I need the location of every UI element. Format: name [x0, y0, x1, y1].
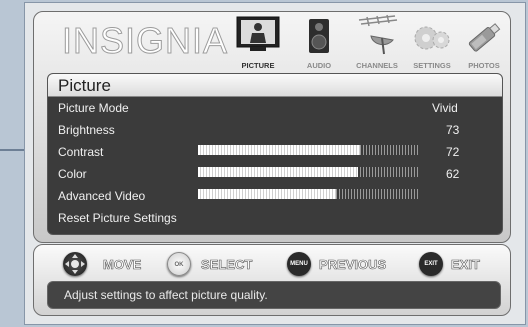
menu-item-label: Reset Picture Settings — [58, 211, 177, 225]
hint-previous: PREVIOUS — [319, 257, 387, 273]
tab-label: PICTURE — [241, 61, 275, 70]
picture-menu: Picture Picture Mode Vivid Brightness 73… — [47, 73, 503, 235]
slider-fill — [198, 189, 336, 199]
hint-exit: EXIT — [451, 257, 481, 273]
tab-photos[interactable]: PHOTOS — [455, 14, 513, 70]
menu-item-brightness[interactable]: Brightness 73 — [58, 120, 494, 155]
menu-item-label: Picture Mode — [58, 101, 129, 115]
tab-settings[interactable]: SETTINGS — [403, 14, 461, 70]
tab-audio[interactable]: AUDIO — [290, 14, 348, 70]
tab-label: AUDIO — [306, 61, 332, 70]
exit-button-icon: EXIT — [419, 252, 443, 276]
hint-select: SELECT — [201, 257, 253, 273]
menu-item-color[interactable]: Color 62 — [58, 164, 494, 199]
brightness-value: 73 — [446, 123, 460, 137]
menu-item-label: Contrast — [58, 145, 104, 159]
side-connector-line — [0, 149, 24, 151]
contrast-value: 72 — [446, 145, 460, 159]
tab-label: SETTINGS — [413, 61, 451, 70]
insignia-logo: INSIGNIA — [61, 20, 229, 62]
tv-icon — [236, 16, 280, 51]
usb-drive-icon — [468, 23, 501, 52]
menu-item-picture-mode[interactable]: Picture Mode Vivid — [58, 98, 494, 118]
picture-mode-value: Vivid — [432, 101, 458, 115]
button-hints: MOVE OK SELECT MENU PREVIOUS EXIT EXIT — [47, 250, 503, 280]
menu-item-label: Advanced Video — [58, 189, 146, 203]
menu-item-label: Brightness — [58, 123, 115, 137]
menu-title: Picture — [58, 76, 111, 95]
menu-item-label: Color — [58, 167, 87, 181]
hint-move: MOVE — [103, 257, 142, 273]
gears-icon — [414, 26, 450, 50]
ok-enter-icon: OK — [167, 252, 191, 276]
speaker-icon — [309, 19, 329, 53]
tab-channels[interactable]: CHANNELS — [348, 14, 406, 70]
menu-item-reset-picture-settings[interactable]: Reset Picture Settings — [58, 208, 177, 228]
menu-button-icon: MENU — [287, 252, 311, 276]
tab-label: CHANNELS — [356, 61, 398, 70]
menu-title-bar: Picture — [48, 74, 502, 97]
color-slider[interactable] — [198, 189, 420, 199]
help-text: Adjust settings to affect picture qualit… — [64, 288, 268, 302]
tab-label: PHOTOS — [468, 61, 500, 70]
menu-item-advanced-video[interactable]: Advanced Video — [58, 186, 145, 206]
tab-picture[interactable]: PICTURE — [229, 14, 287, 70]
exit-icon-text: EXIT — [424, 261, 438, 267]
dpad-icon — [63, 252, 87, 276]
menu-icon-text: MENU — [290, 261, 308, 267]
ok-icon-text: OK — [174, 262, 184, 268]
help-text-box: Adjust settings to affect picture qualit… — [47, 281, 501, 309]
menu-item-contrast[interactable]: Contrast 72 — [58, 142, 494, 177]
color-value: 62 — [446, 167, 460, 181]
antenna-icon — [358, 14, 398, 55]
